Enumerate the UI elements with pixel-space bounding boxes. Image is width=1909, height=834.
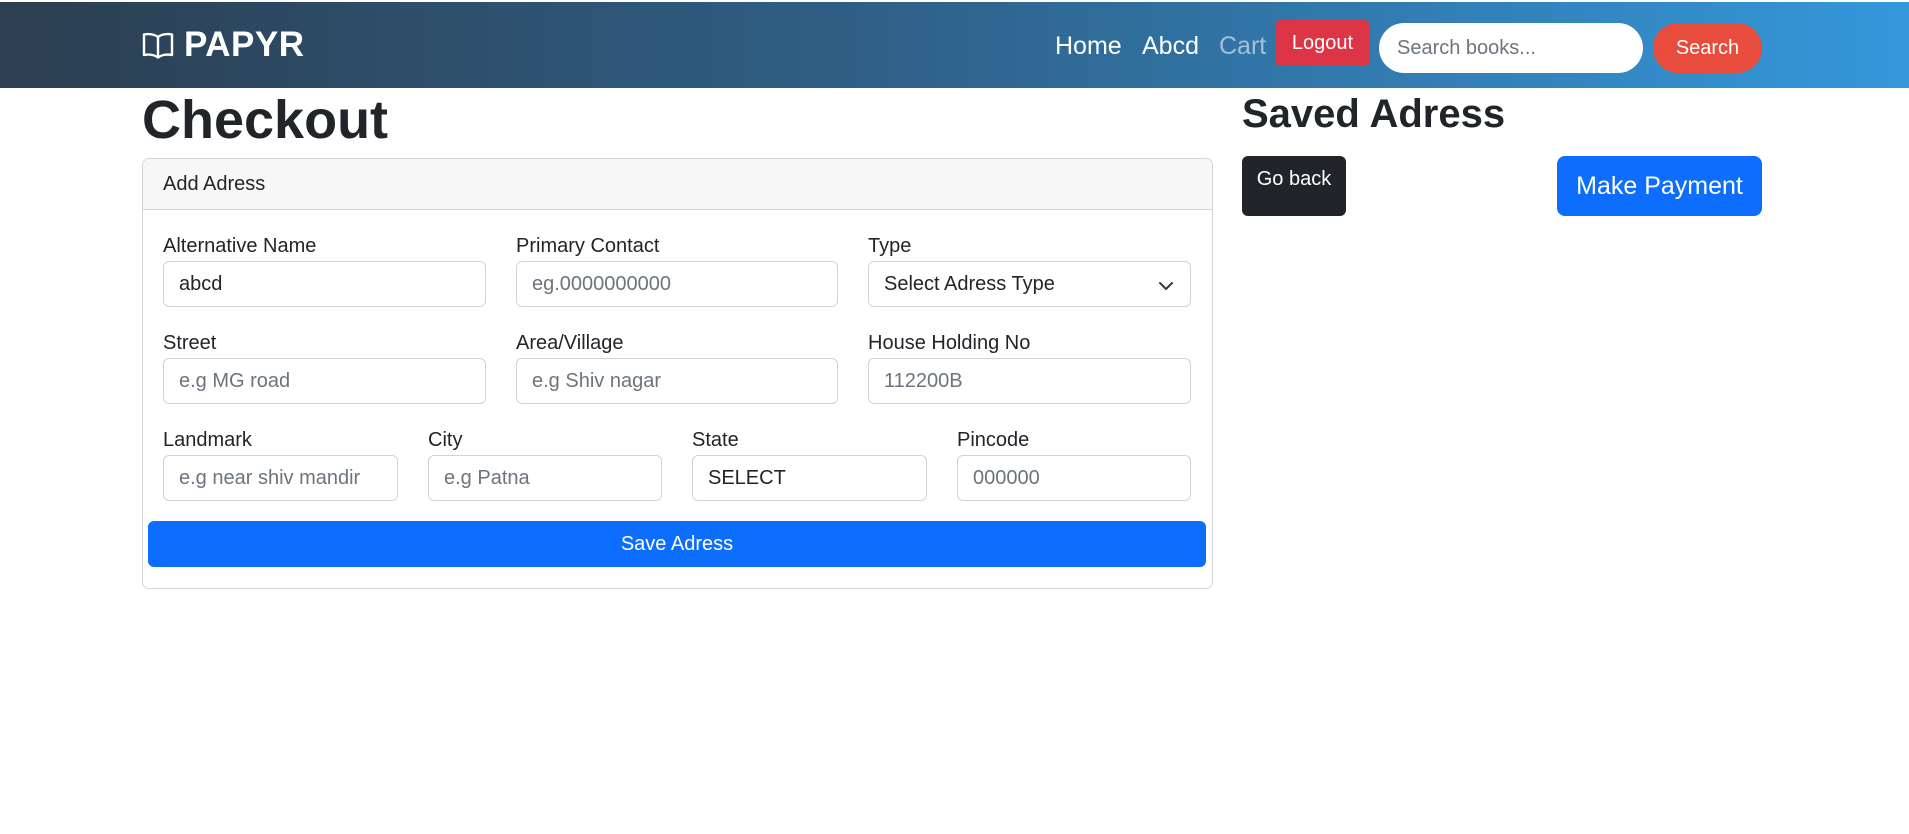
open-book-icon xyxy=(142,31,174,59)
card-header: Add Adress xyxy=(143,159,1212,210)
nav-link-cart[interactable]: Cart xyxy=(1219,32,1266,61)
area-input[interactable] xyxy=(516,358,838,404)
nav-link-user[interactable]: Abcd xyxy=(1142,32,1199,61)
primary-contact-label: Primary Contact xyxy=(516,235,660,257)
pincode-input[interactable] xyxy=(957,455,1191,501)
state-group: State SELECT xyxy=(692,428,927,501)
add-address-card: Add Adress Alternative Name Primary Cont… xyxy=(142,158,1213,589)
primary-contact-input[interactable] xyxy=(516,261,838,307)
type-label: Type xyxy=(868,235,912,257)
state-select[interactable]: SELECT xyxy=(692,455,927,501)
page-title: Checkout xyxy=(142,90,389,150)
alt-name-group: Alternative Name xyxy=(163,234,486,307)
brand-name: PAPYR xyxy=(184,25,305,64)
street-group: Street xyxy=(163,331,486,404)
type-select[interactable]: Select Adress Type xyxy=(868,261,1191,307)
search-input[interactable] xyxy=(1379,23,1643,73)
city-group: City xyxy=(428,428,662,501)
pincode-label: Pincode xyxy=(957,429,1030,451)
search-button[interactable]: Search xyxy=(1653,23,1762,73)
save-address-button[interactable]: Save Adress xyxy=(148,521,1206,567)
brand[interactable]: PAPYR xyxy=(142,25,305,65)
saved-address-title: Saved Adress xyxy=(1242,92,1506,136)
city-input[interactable] xyxy=(428,455,662,501)
area-label: Area/Village xyxy=(516,332,624,354)
type-select-wrap: Select Adress Type xyxy=(868,261,1191,307)
make-payment-button[interactable]: Make Payment xyxy=(1557,156,1762,216)
house-group: House Holding No xyxy=(868,331,1191,404)
navbar: PAPYR Home Abcd Cart Logout Search xyxy=(0,2,1909,88)
landmark-group: Landmark xyxy=(163,428,398,501)
area-group: Area/Village xyxy=(516,331,838,404)
state-label: State xyxy=(692,429,739,451)
chevron-down-icon xyxy=(1159,278,1173,290)
house-label: House Holding No xyxy=(868,332,1031,354)
type-group: Type Select Adress Type xyxy=(868,234,1191,307)
primary-contact-group: Primary Contact xyxy=(516,234,838,307)
city-label: City xyxy=(428,429,463,451)
street-label: Street xyxy=(163,332,217,354)
alt-name-label: Alternative Name xyxy=(163,235,317,257)
landmark-input[interactable] xyxy=(163,455,398,501)
street-input[interactable] xyxy=(163,358,486,404)
nav-link-home[interactable]: Home xyxy=(1055,32,1122,61)
house-input[interactable] xyxy=(868,358,1191,404)
alt-name-input[interactable] xyxy=(163,261,486,307)
logout-button[interactable]: Logout xyxy=(1275,20,1370,66)
landmark-label: Landmark xyxy=(163,429,252,451)
pincode-group: Pincode xyxy=(957,428,1191,501)
go-back-button[interactable]: Go back xyxy=(1242,156,1346,216)
